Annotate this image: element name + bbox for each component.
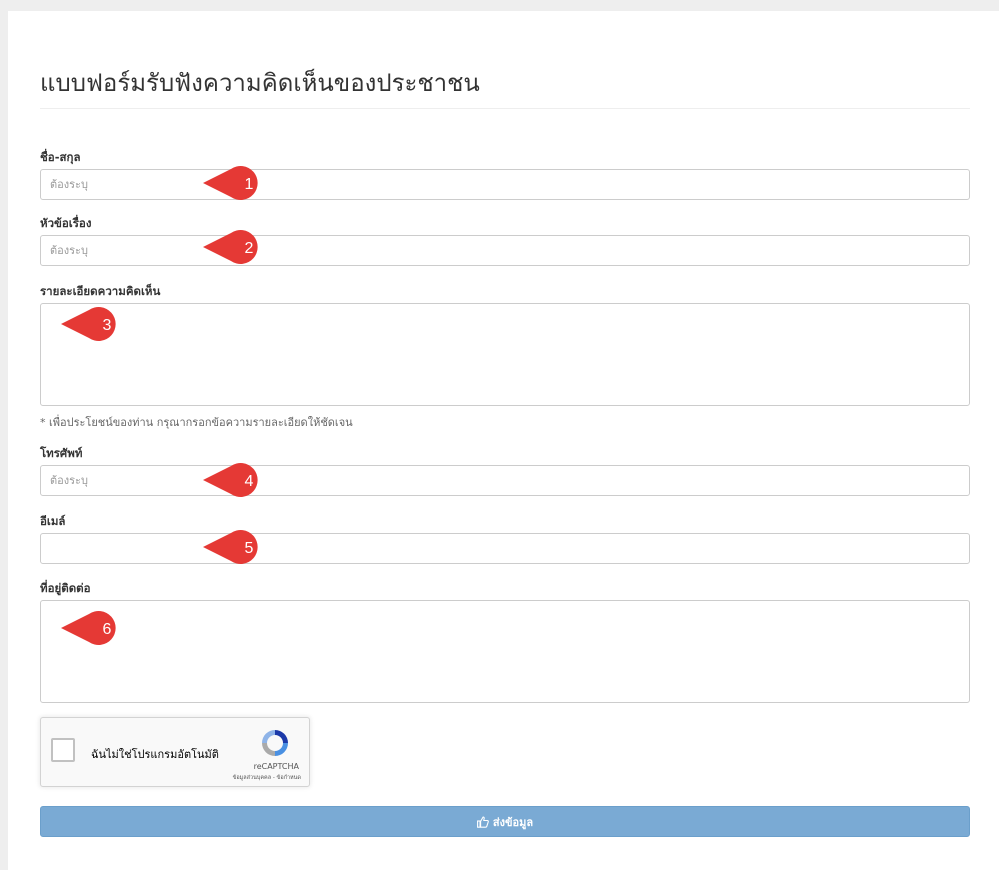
annotation-number-5: 5 — [245, 540, 254, 557]
email-input[interactable] — [40, 533, 970, 564]
comment-label: รายละเอียดความคิดเห็น — [40, 284, 161, 298]
recaptcha-logo-icon — [262, 730, 288, 756]
comment-help-text: * เพื่อประโยชน์ของท่าน กรุณากรอกข้อความร… — [40, 416, 353, 429]
phone-label: โทรศัพท์ — [40, 446, 83, 460]
form-panel: แบบฟอร์มรับฟังความคิดเห็นของประชาชน ชื่อ… — [8, 11, 999, 870]
recaptcha-label: ฉันไม่ใช่โปรแกรมอัตโนมัติ — [91, 748, 219, 761]
address-label: ที่อยู่ติดต่อ — [40, 581, 91, 595]
submit-button[interactable]: ส่งข้อมูล — [40, 806, 970, 837]
recaptcha-checkbox[interactable] — [51, 738, 75, 762]
recaptcha-widget: ฉันไม่ใช่โปรแกรมอัตโนมัติ reCAPTCHA ข้อม… — [40, 717, 310, 787]
annotation-badge-6: 6 — [61, 611, 116, 645]
subject-label: หัวข้อเรื่อง — [40, 216, 92, 230]
subject-input[interactable] — [40, 235, 970, 266]
fullname-input[interactable] — [40, 169, 970, 200]
fullname-label: ชื่อ-สกุล — [40, 150, 81, 164]
phone-input[interactable] — [40, 465, 970, 496]
recaptcha-brand: reCAPTCHA — [253, 762, 299, 771]
page-title: แบบฟอร์มรับฟังความคิดเห็นของประชาชน — [40, 69, 480, 97]
annotation-number-2: 2 — [245, 240, 254, 257]
email-label: อีเมล์ — [40, 514, 66, 528]
annotation-badge-2: 2 — [203, 230, 258, 264]
title-divider — [40, 108, 970, 109]
annotation-badge-4: 4 — [203, 463, 258, 497]
annotation-badge-5: 5 — [203, 530, 258, 564]
comment-textarea[interactable] — [40, 303, 970, 406]
submit-label: ส่งข้อมูล — [492, 815, 534, 829]
annotation-number-6: 6 — [103, 621, 112, 638]
annotation-number-1: 1 — [245, 176, 254, 193]
address-textarea[interactable] — [40, 600, 970, 703]
annotation-badge-3: 3 — [61, 307, 116, 341]
annotation-number-4: 4 — [245, 473, 254, 490]
thumbs-up-icon — [476, 815, 489, 828]
annotation-number-3: 3 — [103, 317, 112, 334]
annotation-badge-1: 1 — [203, 166, 258, 200]
recaptcha-links[interactable]: ข้อมูลส่วนบุคคล - ข้อกำหนด — [181, 774, 301, 782]
